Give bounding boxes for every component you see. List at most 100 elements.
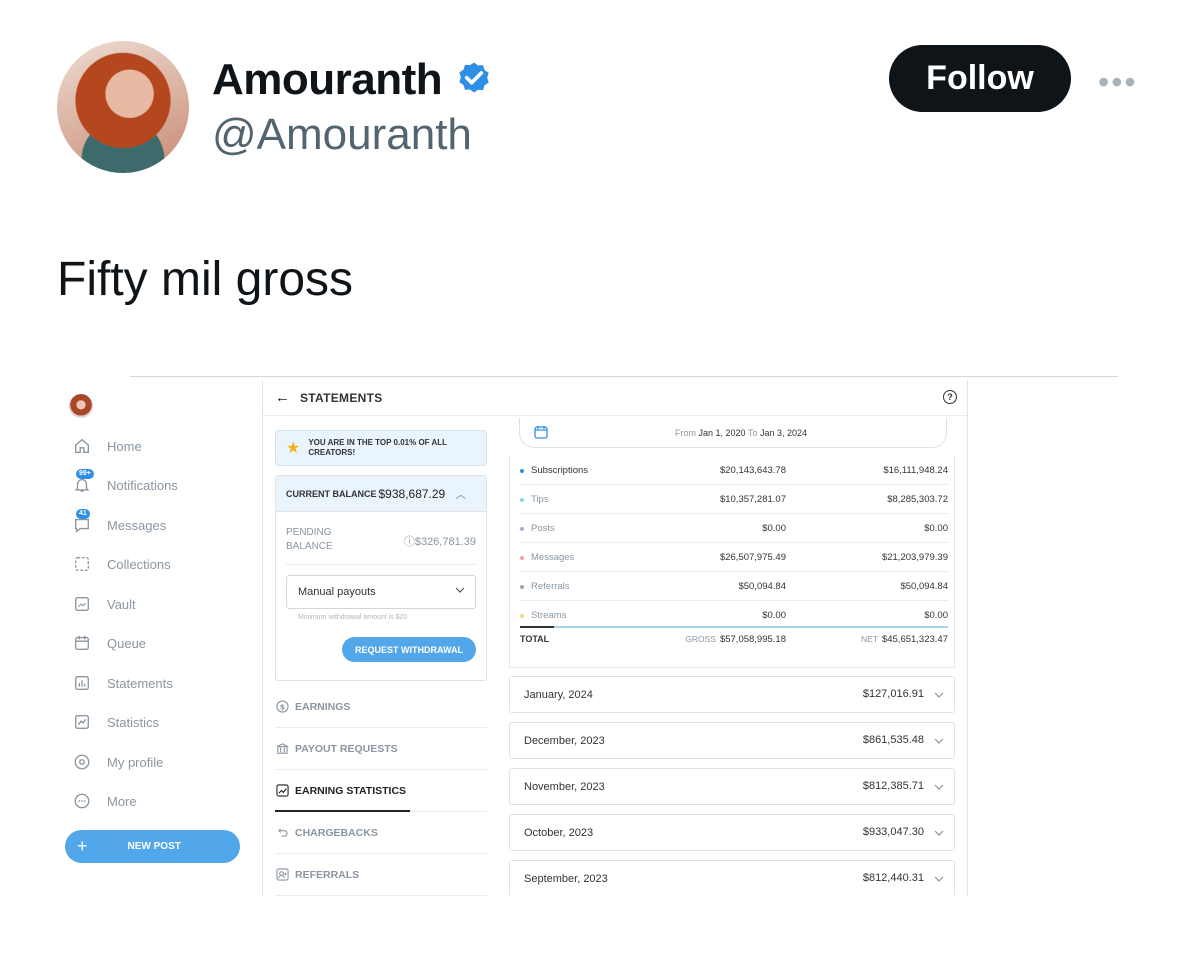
row-net: $8,285,303.72 [887, 494, 948, 505]
sidebar-item-label: Statistics [107, 714, 160, 730]
row-net: $50,094.84 [900, 581, 948, 592]
referral-icon [275, 868, 289, 882]
month-amount: $861,535.48 [862, 734, 924, 746]
chevron-up-icon[interactable]: ︿ [455, 486, 466, 502]
chevron-down-icon [455, 587, 465, 593]
new-post-button[interactable]: + NEW POST [65, 830, 240, 863]
row-gross: $0.00 [762, 523, 786, 534]
sidebar-item-label: Messages [107, 517, 167, 533]
author-name-row[interactable]: Amouranth [212, 55, 494, 105]
info-icon: ⓘ [403, 536, 415, 548]
chevron-down-icon[interactable] [934, 782, 944, 792]
payout-method-select[interactable]: Manual payouts [286, 575, 476, 609]
month-amount: $933,047.30 [862, 826, 924, 838]
notification-count-badge: 99+ [76, 469, 94, 479]
sidebar-item-label: Queue [107, 635, 147, 651]
sidebar-item-collections[interactable]: Collections [72, 553, 171, 575]
pending-balance-amount: $326,781.39 [414, 536, 476, 548]
undo-icon [275, 826, 289, 840]
sidebar-item-vault[interactable]: Vault [72, 593, 136, 615]
row-label: Streams [531, 610, 567, 621]
calendar-icon [534, 426, 548, 439]
sidebar-item-statistics[interactable]: Statistics [72, 711, 159, 733]
author-name[interactable]: Amouranth [212, 55, 443, 105]
more-options-icon[interactable]: ••• [1098, 64, 1138, 101]
date-range-text: From Jan 1, 2020 To Jan 3, 2024 [675, 428, 807, 438]
current-balance-label: CURRENT BALANCE [286, 488, 377, 499]
menu-label: EARNINGS [295, 700, 351, 713]
menu-earning-statistics[interactable]: EARNING STATISTICS [275, 770, 487, 812]
table-row: Posts $0.00 $0.00 [520, 514, 948, 543]
verified-badge-icon [454, 60, 494, 100]
author-avatar[interactable] [57, 41, 189, 173]
month-label: September, 2023 [524, 872, 608, 885]
to-date: Jan 3, 2024 [759, 428, 807, 438]
chevron-down-icon[interactable] [934, 690, 944, 700]
profile-icon [72, 752, 92, 772]
total-label: TOTAL [520, 634, 550, 644]
date-range-picker[interactable]: From Jan 1, 2020 To Jan 3, 2024 [519, 418, 947, 448]
gross-tag: GROSS [685, 634, 716, 644]
sidebar-item-notifications[interactable]: 99+ Notifications [72, 469, 178, 496]
menu-payout-requests[interactable]: PAYOUT REQUESTS [275, 728, 487, 770]
sidebar-item-messages[interactable]: 41 Messages [72, 509, 167, 536]
divider [130, 376, 1118, 377]
sidebar-item-queue[interactable]: Queue [72, 632, 146, 654]
sidebar-item-label: More [107, 793, 137, 809]
month-label: January, 2024 [524, 688, 593, 701]
request-withdrawal-button[interactable]: REQUEST WITHDRAWAL [342, 637, 476, 662]
row-gross: $26,507,975.49 [719, 552, 786, 563]
sidebar-item-more[interactable]: More [72, 790, 137, 812]
vault-icon [72, 594, 92, 614]
menu-chargebacks[interactable]: CHARGEBACKS [275, 812, 487, 854]
balance-card: CURRENT BALANCE $938,687.29 ︿ PENDING BA… [275, 475, 487, 681]
dollar-icon: $ [275, 700, 289, 714]
month-row-december-2023[interactable]: December, 2023 $861,535.48 [509, 722, 955, 759]
author-handle[interactable]: @Amouranth [212, 110, 472, 160]
current-balance-row[interactable]: CURRENT BALANCE $938,687.29 ︿ [276, 476, 486, 512]
panel-header: ← STATEMENTS ? [263, 380, 967, 416]
help-icon[interactable]: ? [943, 390, 957, 404]
sidebar-item-label: My profile [107, 754, 164, 770]
menu-earnings[interactable]: $ EARNINGS [275, 686, 487, 728]
month-row-november-2023[interactable]: November, 2023 $812,385.71 [509, 768, 955, 805]
total-gross-value: $57,058,995.18 [719, 634, 786, 645]
month-row-january-2024[interactable]: January, 2024 $127,016.91 [509, 676, 955, 713]
chevron-down-icon[interactable] [934, 828, 944, 838]
row-net: $0.00 [924, 523, 948, 534]
sidebar-item-label: Collections [107, 556, 171, 572]
attached-screenshot[interactable]: Home 99+ Notifications 41 Messages Colle… [50, 376, 1118, 896]
sidebar-item-label: Home [107, 438, 142, 454]
month-row-september-2023[interactable]: September, 2023 $812,440.31 [509, 860, 955, 896]
back-arrow-icon[interactable]: ← [275, 389, 290, 406]
row-label: Messages [531, 552, 575, 563]
statements-icon [72, 673, 92, 693]
sidebar-avatar[interactable] [69, 394, 93, 418]
statements-panel: ← STATEMENTS ? ★ YOU ARE IN THE TOP 0.01… [262, 380, 968, 896]
sidebar-item-my-profile[interactable]: My profile [72, 751, 163, 773]
sidebar-item-label: Vault [107, 596, 136, 612]
menu-referrals[interactable]: REFERRALS [275, 854, 487, 896]
sidebar-item-statements[interactable]: Statements [72, 672, 173, 694]
row-name: Messages [520, 552, 574, 563]
total-gross: GROSS $57,058,995.18 [685, 634, 786, 645]
sidebar-item-home[interactable]: Home [72, 435, 142, 457]
chart-icon [275, 784, 289, 798]
from-label: From [675, 428, 696, 438]
row-label: Posts [531, 523, 555, 534]
row-label: Tips [531, 494, 549, 505]
sidebar: Home 99+ Notifications 41 Messages Colle… [50, 376, 262, 896]
menu-label: REFERRALS [295, 868, 360, 881]
sidebar-item-label: Notifications [107, 477, 178, 493]
min-withdrawal-note: Minimum withdrawal amount is $20 [298, 614, 408, 621]
statistics-icon [72, 712, 92, 732]
follow-button[interactable]: Follow [889, 45, 1071, 112]
star-icon: ★ [286, 440, 301, 457]
sidebar-item-label: Statements [107, 675, 173, 691]
row-name: Streams [520, 610, 566, 621]
menu-label: CHARGEBACKS [295, 826, 378, 839]
month-row-october-2023[interactable]: October, 2023 $933,047.30 [509, 814, 955, 851]
chevron-down-icon[interactable] [934, 874, 944, 884]
chevron-down-icon[interactable] [934, 736, 944, 746]
total-divider [520, 626, 948, 628]
